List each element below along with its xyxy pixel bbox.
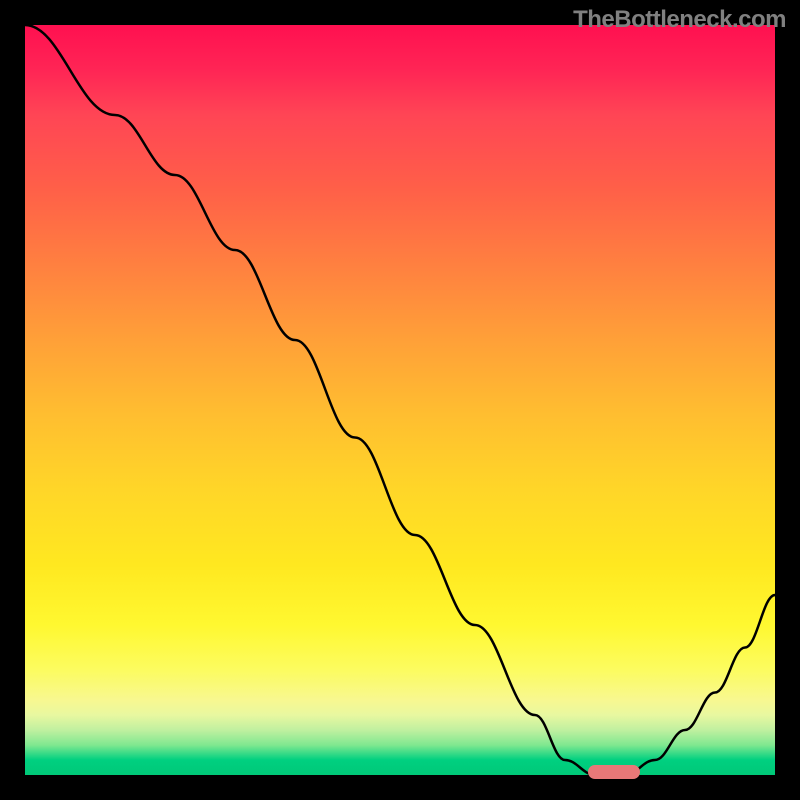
bottleneck-chart: TheBottleneck.com	[0, 0, 800, 800]
watermark-text: TheBottleneck.com	[573, 6, 786, 34]
bottleneck-curve	[25, 25, 775, 775]
plot-area	[25, 25, 775, 775]
optimum-marker	[588, 765, 641, 779]
curve-overlay	[25, 25, 775, 775]
